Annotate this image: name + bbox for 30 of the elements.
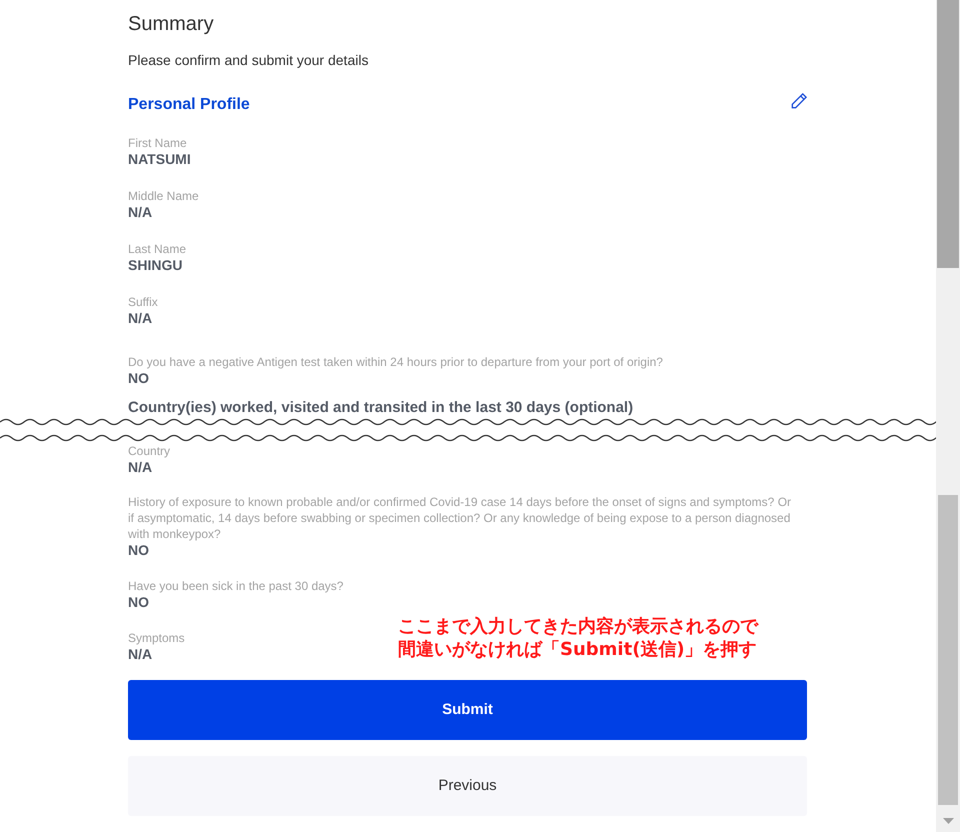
scrollbar-thumb[interactable] xyxy=(938,495,958,805)
field-value: N/A xyxy=(128,204,152,220)
field-value: N/A xyxy=(128,310,152,326)
field-value: NO xyxy=(128,594,149,610)
field-value: NATSUMI xyxy=(128,151,191,167)
field-label: Last Name xyxy=(128,241,186,257)
field-label: Suffix xyxy=(128,294,158,310)
section-title: Personal Profile xyxy=(128,95,250,115)
field-label: Country xyxy=(128,443,170,459)
field-label: History of exposure to known probable and/or confirmed Covid-19 case 14 days before the onset of signs and symptoms? Or if asymptomatic, 14 days before swabbing or specimen collection? Or any knowledge of being expose to a person diagnosed with monkeypox? xyxy=(128,494,792,542)
annotation-text: ここまで入力してきた内容が表示されるので xyxy=(398,615,758,638)
field-value: N/A xyxy=(128,459,152,475)
submit-button[interactable]: Submit xyxy=(128,680,807,740)
field-value: N/A xyxy=(128,646,152,662)
field-value: SHINGU xyxy=(128,257,182,273)
field-label: Symptoms xyxy=(128,630,185,646)
edit-icon[interactable] xyxy=(789,91,809,111)
page-title: Summary xyxy=(128,12,214,37)
field-value: NO xyxy=(128,542,149,558)
previous-button[interactable]: Previous xyxy=(128,756,807,816)
section-subheading: Country(ies) worked, visited and transited in the last 30 days (optional) xyxy=(128,398,634,418)
field-label: Have you been sick in the past 30 days? xyxy=(128,578,344,594)
scrollbar-thumb[interactable] xyxy=(937,0,959,268)
field-value: NO xyxy=(128,370,149,386)
page-subtitle: Please confirm and submit your details xyxy=(128,51,368,70)
field-label: Middle Name xyxy=(128,188,199,204)
annotation-text: 間違いがなければ「Submit(送信)」を押す xyxy=(398,638,758,661)
field-label: First Name xyxy=(128,135,187,151)
field-label: Do you have a negative Antigen test taken within 24 hours prior to departure from your port of origin? xyxy=(128,354,663,370)
scroll-down-icon[interactable] xyxy=(943,818,954,824)
